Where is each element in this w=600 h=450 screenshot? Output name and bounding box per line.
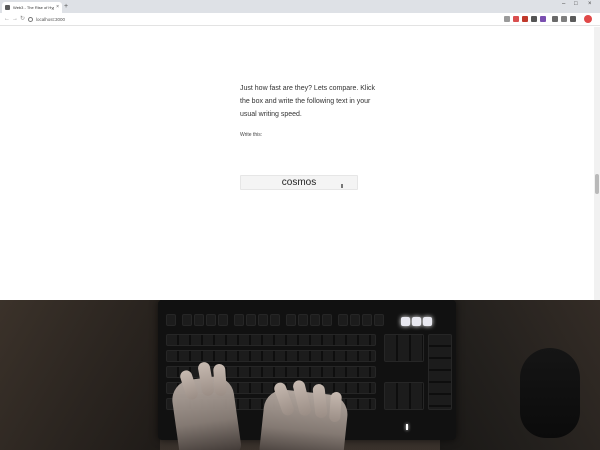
key [194,314,204,326]
maximize-icon[interactable]: □ [574,1,578,7]
tab-title: Web3 - The Rise of Hypertext [13,5,54,10]
new-tab-button[interactable]: + [64,3,68,10]
key [322,314,332,326]
browser-tab[interactable]: Web3 - The Rise of Hypertext × [2,2,62,13]
indicator-light [406,424,408,430]
desk-surface [0,300,160,450]
browser-toolbar: ← → ↻ localhost:3000 [0,13,600,26]
key [310,314,320,326]
info-icon[interactable] [28,17,33,22]
key [350,314,360,326]
favicon-icon [5,5,10,10]
webcam-image [0,300,600,450]
key-row [166,350,376,362]
extension-icon[interactable] [570,16,576,22]
key [338,314,348,326]
url-text[interactable]: localhost:3000 [36,17,65,22]
key-row [166,334,376,346]
intro-text: Just how fast are they? Lets compare. Kl… [240,85,376,118]
key [362,314,372,326]
indicator-light [423,317,432,326]
key [258,314,268,326]
tab-strip: Web3 - The Rise of Hypertext × + – □ × [0,0,600,13]
extension-icon[interactable] [513,16,519,22]
key [246,314,256,326]
finger [328,391,343,423]
target-word: cosmos [281,177,317,188]
extension-icon[interactable] [561,16,567,22]
minimize-icon[interactable]: – [562,1,565,7]
close-window-icon[interactable]: × [588,1,592,7]
indicator-light [401,317,410,326]
key [166,314,176,326]
address-bar[interactable]: localhost:3000 [28,15,496,24]
extension-icon[interactable] [552,16,558,22]
key [286,314,296,326]
forward-icon[interactable]: → [12,16,18,22]
tab-close-icon[interactable]: × [56,5,59,10]
write-this-label: Write this: [240,132,263,138]
reload-icon[interactable]: ↻ [20,16,25,22]
key [206,314,216,326]
key-cluster [384,334,424,362]
back-icon[interactable]: ← [4,16,10,22]
extension-icon[interactable] [522,16,528,22]
key [218,314,228,326]
indicator-light [412,317,421,326]
extension-icon[interactable] [531,16,537,22]
key [374,314,384,326]
key [234,314,244,326]
key [270,314,280,326]
page-content: Just how fast are they? Lets compare. Kl… [0,27,600,300]
key-cluster [384,382,424,410]
finger [212,363,228,397]
profile-avatar[interactable] [584,15,592,23]
extension-icon[interactable] [504,16,510,22]
mouse-image [520,348,580,438]
key [298,314,308,326]
extension-icon[interactable] [540,16,546,22]
numpad [428,334,452,410]
scroll-thumb[interactable] [595,174,599,194]
key [182,314,192,326]
scrollbar[interactable] [594,27,600,300]
mouse-cursor-icon [341,184,343,188]
